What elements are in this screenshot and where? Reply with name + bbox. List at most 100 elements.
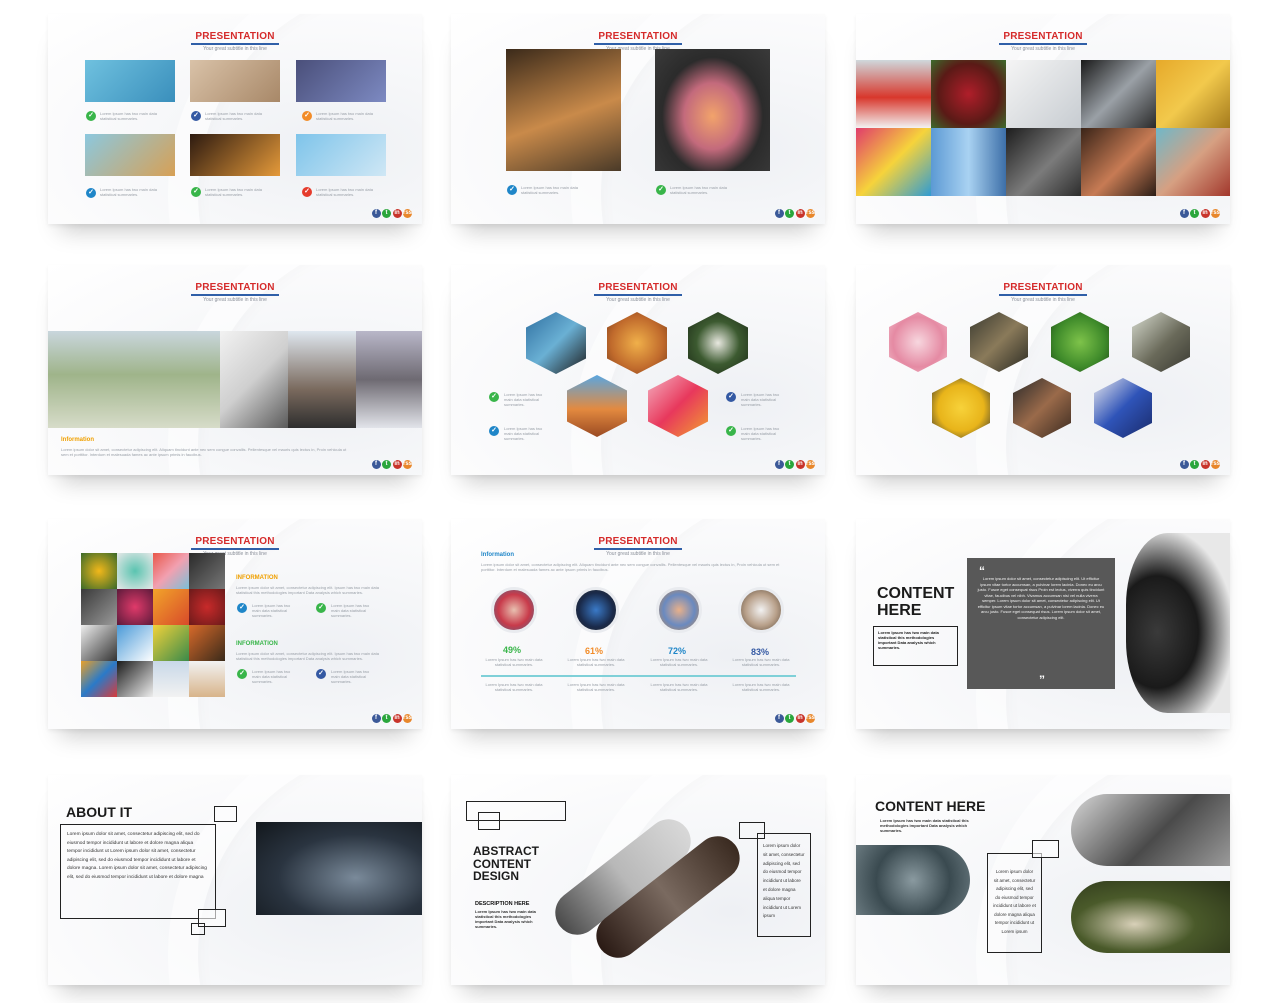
content-box: Lorem Ipsum has two main data statistica…: [873, 626, 958, 666]
twitter-icon: t: [785, 460, 794, 469]
slide-12[interactable]: CONTENT HERE Lorem Ipsum has two main da…: [856, 775, 1230, 985]
photo-high-heels: [85, 60, 175, 102]
side-text: Lorem ipsum dolor sit amet, consectetur …: [763, 843, 805, 919]
linkedin-icon: in: [795, 460, 805, 469]
percent-value-1: 49%: [503, 645, 522, 655]
content-subtext: Lorem Ipsum has two main data statistica…: [880, 818, 969, 833]
photo-macarons: [153, 553, 189, 589]
hex-photo-yellow: [932, 378, 990, 438]
slide-header: PRESENTATION Your great subtitle in this…: [48, 26, 422, 52]
item-text: Lorem Ipsum has two main data statistica…: [504, 426, 543, 441]
photo-laptop: [81, 589, 117, 625]
item-text: Lorem Ipsum has two main data statistica…: [485, 657, 543, 667]
content-heading: CONTENT HERE: [877, 585, 954, 620]
slide-title: PRESENTATION: [999, 282, 1087, 296]
slide-title: PRESENTATION: [594, 536, 682, 550]
item-text: Lorem Ipsum has two main data statistica…: [205, 187, 262, 197]
photo-drink: [117, 553, 153, 589]
hex-photo-elk: [970, 312, 1028, 372]
hex-photo-hands-phone: [1013, 378, 1071, 438]
twitter-icon: t: [785, 209, 794, 218]
photo-corn: [1156, 60, 1230, 128]
open-quote-icon: “: [979, 564, 985, 578]
photo-sunflower: [81, 553, 117, 589]
social-icons: f t in rss: [774, 714, 815, 723]
photo-food-2: [189, 625, 225, 661]
facebook-icon: f: [774, 714, 784, 723]
item-text: Lorem Ipsum has two main data statistica…: [732, 657, 790, 667]
slide-9[interactable]: CONTENT HERE Lorem Ipsum has two main da…: [856, 519, 1230, 729]
twitter-icon: t: [1190, 460, 1199, 469]
photo-food: [85, 134, 175, 176]
hex-photo-camera: [1132, 312, 1190, 372]
photo-ferris: [117, 625, 153, 661]
check-icon: ✓: [86, 188, 96, 198]
slide-2[interactable]: PRESENTATION Your great subtitle in this…: [451, 14, 825, 224]
slide-7[interactable]: PRESENTATION Your great subtitle in this…: [48, 519, 422, 729]
photo-shop: [190, 134, 280, 176]
info-label: Information: [61, 437, 94, 443]
slide-6[interactable]: PRESENTATION Your great subtitle in this…: [856, 265, 1230, 475]
photo-market: [153, 625, 189, 661]
photo-camera-bw: [117, 661, 153, 697]
template-preview-grid: PRESENTATION Your great subtitle in this…: [0, 0, 1278, 1003]
photo-red-van: [856, 60, 931, 128]
item-text: Lorem Ipsum has two main data statistica…: [650, 657, 708, 667]
abstract-heading: ABSTRACT CONTENT DESIGN: [473, 845, 539, 883]
facebook-icon: f: [774, 209, 784, 218]
slide-3[interactable]: PRESENTATION Your great subtitle in this…: [856, 14, 1230, 224]
facebook-icon: f: [371, 714, 381, 723]
slide-10[interactable]: ABOUT IT Lorem ipsum dolor sit amet, con…: [48, 775, 422, 985]
side-text-box: Lorem ipsum dolor sit amet, consectetur …: [757, 833, 811, 937]
photo-colors: [81, 661, 117, 697]
about-text: Lorem ipsum dolor sit amet, consectetur …: [67, 832, 207, 880]
slide-5[interactable]: PRESENTATION Your great subtitle in this…: [451, 265, 825, 475]
slide-11[interactable]: ABSTRACT CONTENT DESIGN DESCRIPTION HERE…: [451, 775, 825, 985]
slide-subtitle: Your great subtitle in this line: [1011, 297, 1075, 303]
check-icon: ✓: [237, 603, 247, 613]
slide-4[interactable]: PRESENTATION Your great subtitle in this…: [48, 265, 422, 475]
photo-glass-tower: [931, 128, 1006, 196]
slide-1[interactable]: PRESENTATION Your great subtitle in this…: [48, 14, 422, 224]
info-heading-2: INFORMATION: [236, 641, 278, 647]
rss-icon: rss: [403, 460, 413, 469]
item-text: Lorem Ipsum has two main data statistica…: [732, 682, 790, 692]
social-icons: f t in rss: [1179, 209, 1220, 218]
photo-building-orange: [153, 589, 189, 625]
slide-8[interactable]: PRESENTATION Your great subtitle in this…: [451, 519, 825, 729]
photo-hands-bw: [1006, 128, 1081, 196]
item-text: Lorem Ipsum has two main data statistica…: [252, 603, 291, 618]
check-icon: ✓: [191, 187, 201, 197]
info-text: Lorem ipsum dolor sit amet, consectetur …: [61, 447, 347, 457]
slide-title: PRESENTATION: [191, 536, 279, 550]
photo-forest-aerial: [856, 845, 970, 915]
photo-phone: [296, 60, 386, 102]
photo-fruit: [189, 589, 225, 625]
check-icon: ✓: [191, 111, 201, 121]
linkedin-icon: in: [1200, 460, 1210, 469]
check-icon: ✓: [237, 669, 247, 679]
check-icon: ✓: [726, 392, 736, 402]
circle-photo-3: [656, 587, 702, 633]
facebook-icon: f: [774, 460, 784, 469]
circle-photo-2: [573, 587, 619, 633]
photo-airplane-window: [655, 49, 770, 171]
item-text: Lorem Ipsum has two main data statistica…: [567, 682, 625, 692]
photo-crowd: [1071, 794, 1230, 866]
item-text: Lorem Ipsum has two main data statistica…: [504, 392, 543, 407]
photo-ferris-wheel: [296, 134, 386, 176]
twitter-icon: t: [1190, 209, 1199, 218]
item-text: Lorem Ipsum has two main data statistica…: [331, 669, 370, 684]
twitter-icon: t: [382, 209, 391, 218]
quote-panel: “ Lorem ipsum dolor sit amet, consectetu…: [967, 558, 1115, 689]
rss-icon: rss: [1211, 460, 1221, 469]
about-heading: ABOUT IT: [66, 804, 133, 820]
item-text: Lorem Ipsum has two main data statistica…: [741, 392, 780, 407]
circle-photo-4: [738, 587, 784, 633]
check-icon: ✓: [489, 426, 499, 436]
slide-header: PRESENTATION Your great subtitle in this…: [48, 277, 422, 303]
rss-icon: rss: [403, 209, 413, 218]
twitter-icon: t: [382, 460, 391, 469]
slide-title: PRESENTATION: [191, 31, 279, 45]
content-heading: CONTENT HERE: [875, 798, 986, 814]
